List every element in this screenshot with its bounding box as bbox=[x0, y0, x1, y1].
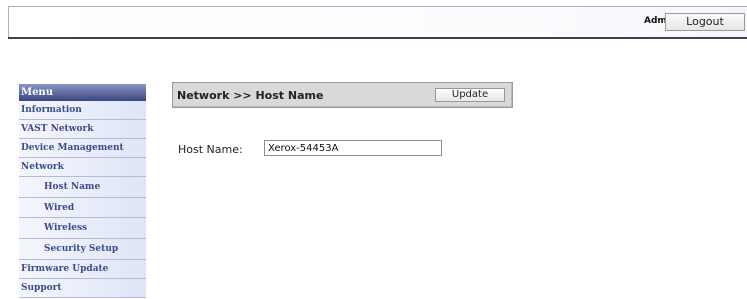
top-bar bbox=[8, 6, 747, 38]
update-button[interactable]: Update bbox=[435, 88, 505, 102]
host-name-input[interactable] bbox=[264, 140, 442, 156]
sidebar-item-vast-network[interactable]: VAST Network bbox=[19, 120, 146, 139]
top-bar-divider bbox=[8, 37, 747, 39]
sidebar-menu: Menu Information VAST Network Device Man… bbox=[19, 84, 146, 298]
logout-button[interactable]: Logout bbox=[665, 13, 745, 31]
host-name-label: Host Name: bbox=[178, 143, 243, 156]
panel-header: Network >> Host Name Update bbox=[172, 82, 513, 108]
sidebar-item-support[interactable]: Support bbox=[19, 278, 146, 298]
sidebar-item-security-setup[interactable]: Security Setup bbox=[19, 239, 146, 260]
sidebar-item-firmware-update[interactable]: Firmware Update bbox=[19, 259, 146, 279]
breadcrumb: Network >> Host Name bbox=[177, 89, 324, 102]
sidebar-item-wireless[interactable]: Wireless bbox=[19, 218, 146, 240]
sidebar-item-network[interactable]: Network bbox=[19, 158, 146, 177]
sidebar-item-wired[interactable]: Wired bbox=[19, 197, 146, 219]
sidebar-item-information[interactable]: Information bbox=[19, 101, 146, 120]
menu-title: Menu bbox=[19, 84, 146, 101]
sidebar-item-device-management[interactable]: Device Management bbox=[19, 139, 146, 158]
sidebar-item-host-name[interactable]: Host Name bbox=[19, 177, 146, 198]
